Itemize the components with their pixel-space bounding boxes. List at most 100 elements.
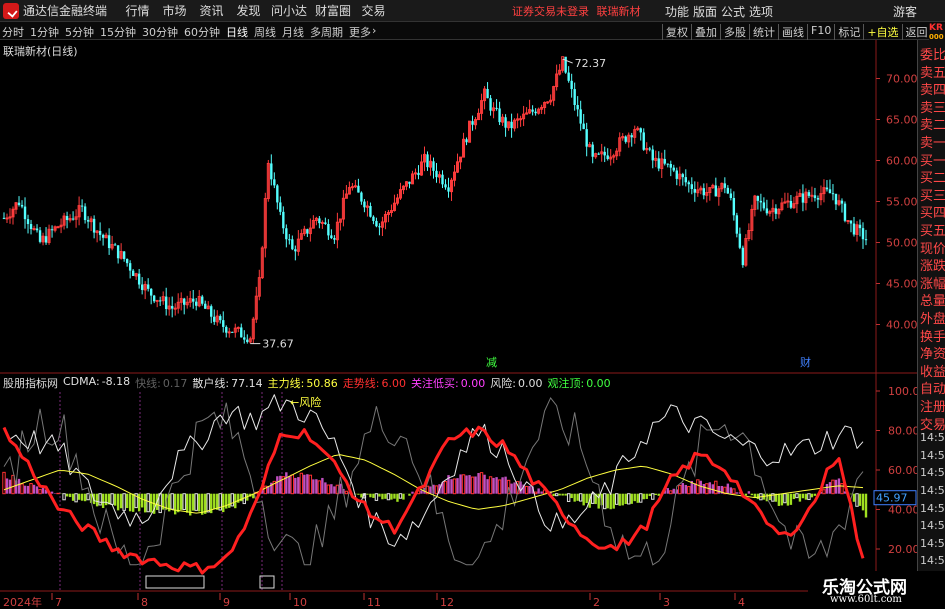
side-item-28[interactable]: 14:56 <box>920 537 945 550</box>
side-item-16[interactable]: 换手 <box>920 326 945 345</box>
tool-button-2[interactable]: 多股 <box>720 24 749 40</box>
menu-item-news[interactable]: 资讯 <box>193 2 230 19</box>
chevron-right-icon[interactable]: › <box>372 24 376 40</box>
histogram-bar <box>810 493 814 498</box>
side-item-21[interactable]: 交易 <box>920 414 945 433</box>
side-item-26[interactable]: 14:56 <box>920 502 945 515</box>
indicator-value-7: 观注顶: 0.00 <box>547 375 610 391</box>
side-item-22[interactable]: 14:55 <box>920 431 945 444</box>
side-item-9[interactable]: 买四 <box>920 202 945 221</box>
side-item-8[interactable]: 买三 <box>920 185 945 204</box>
menu-item-market[interactable]: 市场 <box>156 2 193 19</box>
histogram-bar <box>756 493 760 500</box>
quote-side-panel: 委比 卖五 卖四 卖三 卖二 卖一 买一 买二 买三 买四 买五 现价 涨跌 涨幅 总量 外盘 换手 净资 收益 自动… <box>917 40 945 609</box>
period-tab-2[interactable]: 5分钟 <box>65 24 94 40</box>
histogram-bar <box>116 493 120 511</box>
indicator-values: CDMA: -8.18 快线: 0.17 散户线: 77.14 主力线: 50.86 走势线: 6… <box>63 375 611 391</box>
histogram-bar <box>558 493 561 496</box>
histogram-bar <box>279 475 282 494</box>
period-tab-1[interactable]: 1分钟 <box>30 24 59 40</box>
time-axis-month-3: 10 <box>293 596 307 609</box>
tool-button-0[interactable]: 复权 <box>662 24 691 40</box>
indicator-number: 0.00 <box>517 377 543 390</box>
menu-item-discover[interactable]: 发现 <box>230 2 267 19</box>
histogram-bar <box>633 493 636 502</box>
histogram-bar <box>420 490 423 494</box>
side-item-12[interactable]: 涨跌 <box>920 255 945 274</box>
stock-chart[interactable]: 70.0065.0060.0055.0050.0045.0040.00 100.… <box>0 40 917 609</box>
histogram-bar <box>513 482 516 494</box>
period-tab-9[interactable]: 多周期 <box>310 24 343 40</box>
histogram-bar <box>528 485 531 494</box>
indicator-label: 走势线: <box>342 377 380 390</box>
menu-item-assistant[interactable]: 问小达 <box>267 2 311 19</box>
side-item-5[interactable]: 卖一 <box>920 132 945 151</box>
menu-item-trade[interactable]: 交易 <box>355 2 392 19</box>
side-item-15[interactable]: 外盘 <box>920 308 945 327</box>
menu-item-layout[interactable]: 版面 <box>691 3 719 20</box>
guest-button[interactable]: 游客 <box>893 3 917 20</box>
menu-item-options[interactable]: 选项 <box>747 3 775 20</box>
side-item-11[interactable]: 现价 <box>920 238 945 257</box>
histogram-bar <box>330 484 333 494</box>
histogram-bar <box>17 478 21 494</box>
histogram-bar <box>864 493 868 518</box>
side-item-1[interactable]: 卖五 <box>920 62 945 81</box>
indicator-tick-3: 40.00 <box>888 504 917 517</box>
histogram-bar <box>681 483 684 494</box>
histogram-bar <box>5 478 9 494</box>
period-tab-6[interactable]: 日线 <box>226 24 248 40</box>
histogram-bar <box>825 484 829 494</box>
side-item-4[interactable]: 卖二 <box>920 114 945 133</box>
indicator-tick-2: 60.00 <box>888 464 917 477</box>
side-item-17[interactable]: 净资 <box>920 343 945 362</box>
period-tab-7[interactable]: 周线 <box>254 24 276 40</box>
indicator-label: 风险: <box>490 377 516 390</box>
side-item-25[interactable]: 14:56 <box>920 484 945 497</box>
period-tab-10[interactable]: 更多 <box>349 24 371 40</box>
histogram-bar <box>65 493 69 497</box>
period-tab-4[interactable]: 30分钟 <box>142 24 178 40</box>
login-notice[interactable]: 证券交易未登录 联瑞新材 <box>512 3 641 19</box>
side-item-19[interactable]: 自动 <box>920 378 945 397</box>
tool-button-3[interactable]: 统计 <box>749 24 778 40</box>
histogram-bar <box>411 491 414 494</box>
period-tab-5[interactable]: 60分钟 <box>184 24 220 40</box>
side-item-24[interactable]: 14:55 <box>920 466 945 479</box>
price-tick-1: 65.00 <box>886 114 917 127</box>
tool-button-4[interactable]: 画线 <box>778 24 807 40</box>
histogram-bar <box>636 493 639 503</box>
histogram-bar <box>381 493 384 500</box>
tool-button-7[interactable]: +自选 <box>863 24 901 40</box>
side-item-10[interactable]: 买五 <box>920 220 945 239</box>
histogram-bar <box>504 476 507 494</box>
indicator-name[interactable]: 股朋指标网 <box>3 375 58 391</box>
tool-button-1[interactable]: 叠加 <box>691 24 720 40</box>
side-item-13[interactable]: 涨幅 <box>920 273 945 292</box>
side-item-29[interactable]: 14:56 <box>920 554 945 567</box>
side-item-20[interactable]: 注册 <box>920 396 945 415</box>
trade-login-status[interactable]: 证券交易未登录 <box>512 5 589 18</box>
chart-tools: 复权 叠加 多股 统计 画线 F10 标记 +自选 返回 <box>662 24 931 40</box>
side-item-2[interactable]: 卖四 <box>920 79 945 98</box>
menu-item-formula[interactable]: 公式 <box>719 3 747 20</box>
tool-button-5[interactable]: F10 <box>807 24 834 40</box>
side-item-3[interactable]: 卖三 <box>920 97 945 116</box>
tool-button-8[interactable]: 返回 <box>901 24 931 40</box>
histogram-bar <box>495 477 498 494</box>
side-item-18[interactable]: 收益 <box>920 361 945 380</box>
side-item-6[interactable]: 买一 <box>920 150 945 169</box>
period-tab-8[interactable]: 月线 <box>282 24 304 40</box>
tool-button-6[interactable]: 标记 <box>834 24 863 40</box>
menu-item-quotes[interactable]: 行情 <box>119 2 156 19</box>
side-item-14[interactable]: 总量 <box>920 290 945 309</box>
period-tab-3[interactable]: 15分钟 <box>100 24 136 40</box>
side-item-7[interactable]: 买二 <box>920 167 945 186</box>
side-item-0[interactable]: 委比 <box>920 44 945 63</box>
menu-item-wealth[interactable]: 财富圈 <box>311 2 355 19</box>
histogram-bar <box>77 493 81 500</box>
menu-item-function[interactable]: 功能 <box>663 3 691 20</box>
side-item-27[interactable]: 14:56 <box>920 519 945 532</box>
side-item-23[interactable]: 14:55 <box>920 449 945 462</box>
period-tab-0[interactable]: 分时 <box>2 24 24 40</box>
